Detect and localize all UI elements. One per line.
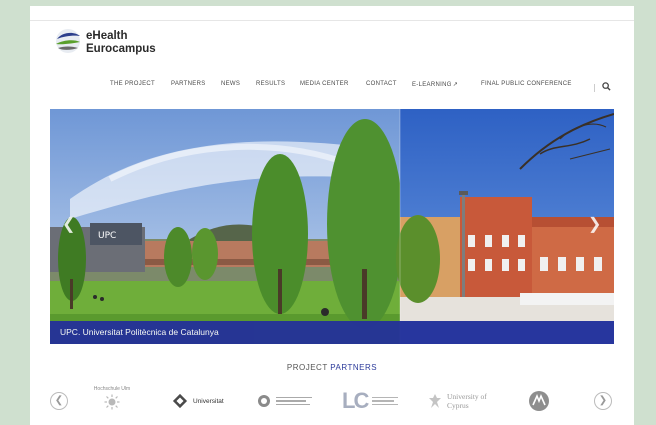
nav-item-e-learning[interactable]: E-LEARNING↗ [412,81,458,88]
nav-item-news[interactable]: NEWS [221,81,240,87]
crest-icon [429,394,441,408]
circle-emblem-icon [258,395,270,407]
partners-heading-part1: PROJECT [286,363,331,372]
partners-heading-part2: PARTNERS [330,363,378,372]
slide-caption: UPC. Universitat Politècnica de Cataluny… [60,327,219,337]
partner-logo-ulm-label: Hochschule Ulm [93,386,131,392]
slider-next-button[interactable]: ❯ [588,214,601,234]
nav-item-results[interactable]: RESULTS [256,81,285,87]
diamond-icon [172,393,188,409]
slider-prev-button[interactable]: ❮ [62,214,75,234]
chevron-right-icon: ❯ [598,395,608,406]
partner-logo-universitat-label: Universitat [193,397,224,405]
chevron-left-icon: ❮ [54,395,64,406]
logo-globe-icon [56,29,80,53]
circle-logo-icon [529,391,549,411]
external-link-icon: ↗ [452,82,459,88]
hero-slider: UPC ❮ ❯ UPC. Universitat Politècnica de … [50,109,614,344]
nav-item-e-learning-label: E-LEARNING [412,82,452,88]
partners-heading: PROJECT PARTNERS [30,363,634,372]
nav-separator [594,84,595,92]
hero-image: UPC [50,109,614,344]
nav-item-partners[interactable]: PARTNERS [171,81,206,87]
partner-logo-lc[interactable]: LC [342,386,399,416]
nav-item-media-center[interactable]: MEDIA CENTER [300,81,349,87]
partner-logo-6[interactable] [528,386,555,416]
site-logo[interactable]: eHealth Eurocampus [54,26,194,66]
building-sign: UPC [98,231,116,241]
sun-icon [104,394,120,410]
nav-item-contact[interactable]: CONTACT [366,81,397,87]
brand-name: eHealth Eurocampus [86,30,156,56]
main-nav: THE PROJECT PARTNERS NEWS RESULTS MEDIA … [30,81,634,97]
top-divider [30,20,634,21]
brand-line2: Eurocampus [86,43,156,55]
carousel-prev-button[interactable]: ❮ [50,392,68,410]
chevron-left-icon: ❮ [62,216,76,233]
carousel-next-button[interactable]: ❯ [594,392,612,410]
brand-line1: eHealth [86,30,128,42]
caption-bar: UPC. Universitat Politècnica de Cataluny… [50,321,614,344]
partner-logo-ulm[interactable]: Hochschule Ulm [92,386,132,416]
nav-item-final-public-conference[interactable]: FINAL PUBLIC CONFERENCE [481,81,572,87]
search-icon[interactable] [602,82,611,91]
page: eHealth Eurocampus THE PROJECT PARTNERS … [30,6,634,425]
partner-logo-lc-label: LC [342,388,369,413]
partner-logo-universitat[interactable]: Universitat [172,386,224,416]
partner-logo-3[interactable] [257,386,317,416]
partner-logo-cyprus[interactable]: University of Cyprus [428,386,489,416]
partners-carousel: ❮ Hochschule Ulm Universitat LC Universi… [30,386,634,420]
chevron-right-icon: ❯ [588,216,602,233]
partner-logo-cyprus-label: University of Cyprus [447,392,487,410]
nav-item-the-project[interactable]: THE PROJECT [110,81,155,87]
